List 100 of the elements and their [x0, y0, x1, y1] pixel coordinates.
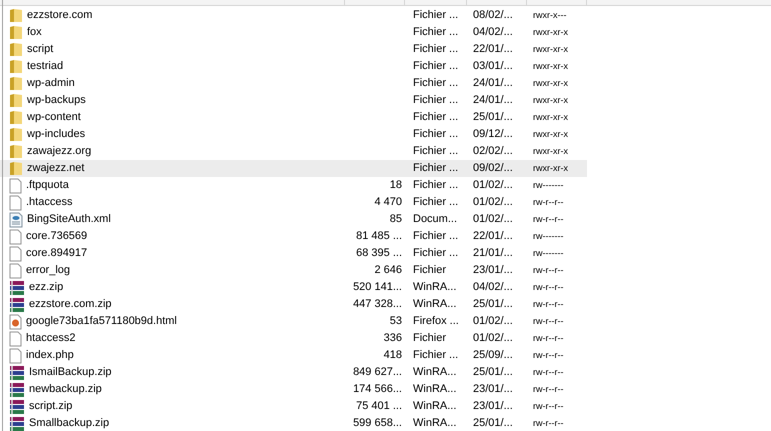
- modified-date: 08/02/...: [473, 9, 513, 22]
- file-name: error_log: [26, 263, 70, 278]
- file-row[interactable]: wp-backups Fichier ... 24/01/... rwxr-xr-x: [0, 92, 587, 109]
- file-type: Fichier ...: [413, 162, 458, 174]
- permissions: rw-r--r--: [533, 214, 564, 224]
- file-type: WinRA...: [413, 400, 456, 412]
- permissions: rwxr-xr-x: [533, 162, 568, 173]
- file-row[interactable]: BingSiteAuth.xml 85 Docum... 01/02/... rw-r--r--: [0, 211, 587, 228]
- file-row[interactable]: core.894917 68 395 ... Fichier ... 21/01/... rw-------: [0, 245, 587, 262]
- folder-icon: [9, 144, 23, 159]
- archive-icon: [9, 280, 25, 296]
- modified-date: 21/01/...: [473, 247, 513, 260]
- archive-icon: [9, 382, 25, 398]
- file-name: newbackup.zip: [29, 382, 102, 398]
- file-name: zawajezz.org: [27, 144, 92, 160]
- file-name: wp-includes: [27, 127, 86, 142]
- file-type: Fichier ...: [413, 9, 458, 22]
- file-type: Fichier ...: [413, 230, 458, 242]
- file-type: Fichier ...: [413, 26, 458, 38]
- modified-date: 23/01/...: [473, 264, 513, 276]
- file-size: 174 566...: [353, 382, 402, 398]
- file-name: index.php: [26, 348, 74, 364]
- file-row[interactable]: core.736569 81 485 ... Fichier ... 22/01/... rw-------: [0, 228, 587, 245]
- modified-date: 01/02/...: [473, 315, 513, 328]
- modified-date: 01/02/...: [473, 196, 513, 208]
- modified-date: 24/01/...: [473, 77, 513, 90]
- file-row[interactable]: zwajezz.net Fichier ... 09/02/... rwxr-xr-x: [0, 160, 587, 177]
- file-row[interactable]: wp-content Fichier ... 25/01/... rwxr-xr-x: [0, 109, 587, 126]
- modified-date: 24/01/...: [473, 94, 513, 106]
- file-row[interactable]: index.php 418 Fichier ... 25/09/... rw-r--r--: [0, 347, 587, 364]
- file-size: 447 328...: [353, 297, 402, 312]
- permissions: rw-------: [533, 230, 564, 241]
- file-size: 75 401 ...: [356, 399, 402, 414]
- permissions: rwxr-xr-x: [533, 78, 568, 88]
- file-row[interactable]: testriad Fichier ... 03/01/... rwxr-xr-x: [0, 58, 587, 75]
- file-row[interactable]: Smallbackup.zip 599 658... WinRA... 25/01/... rw-r--r--: [0, 415, 587, 431]
- file-type: Fichier ...: [413, 111, 458, 124]
- file-row[interactable]: htaccess2 336 Fichier 01/02/... rw-r--r--: [0, 330, 587, 347]
- file-row[interactable]: google73ba1fa571180b9d.html 53 Firefox ... 01/02/... rw-r--r--: [0, 313, 587, 330]
- permissions: rw-------: [533, 248, 564, 258]
- archive-icon: [9, 364, 25, 380]
- folder-icon: [9, 25, 23, 40]
- file-row[interactable]: IsmailBackup.zip 849 627... WinRA... 25/01/... rw-r--r--: [0, 364, 587, 381]
- file-name: testriad: [27, 59, 64, 74]
- file-type: Fichier ...: [413, 77, 458, 90]
- file-icon: [9, 228, 22, 244]
- permissions: rw-r--r--: [533, 366, 564, 377]
- file-row[interactable]: .ftpquota 18 Fichier ... 01/02/... rw-------: [0, 177, 587, 194]
- file-name: script.zip: [29, 399, 72, 414]
- permissions: rwxr-xr-x: [533, 94, 568, 105]
- file-row[interactable]: ezzstore.com Fichier ... 08/02/... rwxr-x---: [0, 7, 587, 24]
- permissions: rw-r--r--: [533, 298, 564, 309]
- file-type: Fichier ...: [413, 145, 458, 158]
- modified-date: 01/02/...: [473, 213, 513, 226]
- file-row[interactable]: error_log 2 646 Fichier 23/01/... rw-r--r--: [0, 262, 587, 279]
- modified-date: 22/01/...: [473, 230, 513, 242]
- modified-date: 25/01/...: [473, 298, 513, 310]
- file-type: Docum...: [413, 213, 458, 226]
- permissions: rwxr-xr-x: [533, 112, 568, 122]
- file-name: wp-content: [27, 110, 81, 126]
- file-name: .htaccess: [26, 195, 72, 210]
- file-name: fox: [27, 25, 42, 40]
- modified-date: 09/12/...: [473, 128, 513, 140]
- folder-icon: [9, 93, 23, 108]
- modified-date: 02/02/...: [473, 145, 513, 158]
- file-type: Fichier ...: [413, 179, 458, 192]
- modified-date: 25/09/...: [473, 349, 513, 362]
- archive-icon: [9, 416, 25, 431]
- file-row[interactable]: wp-includes Fichier ... 09/12/... rwxr-xr-x: [0, 126, 587, 143]
- file-size: 418: [384, 348, 402, 364]
- file-row[interactable]: ezz.zip 520 141... WinRA... 04/02/... rw-r--r--: [0, 279, 587, 296]
- file-row[interactable]: ezzstore.com.zip 447 328... WinRA... 25/01/... rw-r--r--: [0, 296, 587, 313]
- folder-icon: [9, 76, 23, 91]
- file-row[interactable]: zawajezz.org Fichier ... 02/02/... rwxr-xr-x: [0, 143, 587, 160]
- modified-date: 03/01/...: [473, 60, 513, 72]
- file-size: 849 627...: [353, 365, 402, 380]
- file-row[interactable]: newbackup.zip 174 566... WinRA... 23/01/... rw-r--r--: [0, 381, 587, 398]
- file-row[interactable]: .htaccess 4 470 Fichier ... 01/02/... rw-r--r--: [0, 194, 587, 211]
- permissions: rw-r--r--: [533, 196, 564, 207]
- file-row[interactable]: fox Fichier ... 04/02/... rwxr-xr-x: [0, 24, 587, 41]
- file-name: wp-backups: [27, 93, 86, 108]
- file-type: Firefox ...: [413, 315, 459, 328]
- file-type: WinRA...: [413, 366, 456, 378]
- file-size: 81 485 ...: [356, 229, 402, 244]
- file-name: core.736569: [26, 229, 88, 244]
- file-row[interactable]: script.zip 75 401 ... WinRA... 23/01/... rw-r--r--: [0, 398, 587, 415]
- file-row[interactable]: wp-admin Fichier ... 24/01/... rwxr-xr-x: [0, 75, 587, 92]
- permissions: rw-r--r--: [533, 418, 564, 428]
- permissions: rwxr-xr-x: [533, 128, 568, 139]
- file-row[interactable]: script Fichier ... 22/01/... rwxr-xr-x: [0, 41, 587, 58]
- permissions: rwxr-xr-x: [533, 146, 568, 156]
- permissions: rw-r--r--: [533, 400, 564, 411]
- file-name: Smallbackup.zip: [29, 416, 110, 431]
- file-type: Fichier ...: [413, 247, 458, 260]
- file-type: WinRA...: [413, 281, 456, 294]
- file-icon: [9, 194, 22, 210]
- folder-icon: [9, 59, 23, 74]
- file-icon: [9, 348, 22, 364]
- file-name: wp-admin: [27, 76, 75, 92]
- file-name: IsmailBackup.zip: [29, 365, 112, 380]
